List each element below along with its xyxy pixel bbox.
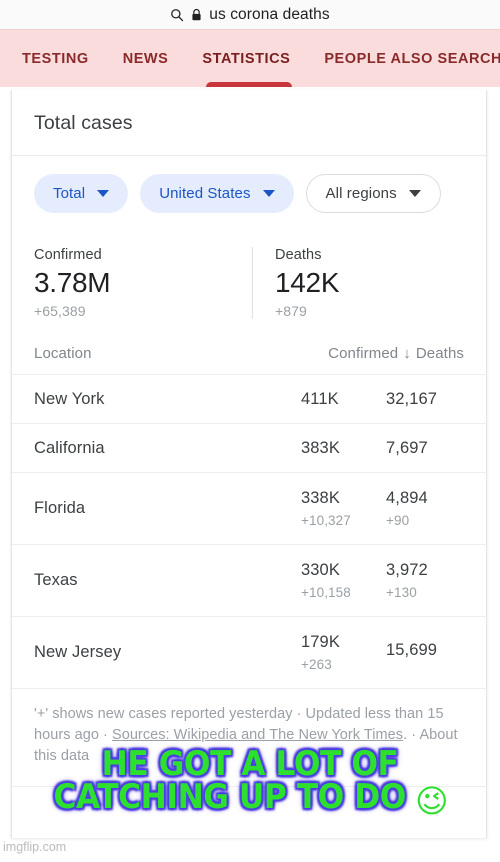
cell-confirmed-value: 179K [301, 633, 340, 652]
table-row[interactable]: Texas 330K +10,158 3,972 +130 [12, 544, 486, 616]
chip-total[interactable]: Total [34, 174, 129, 213]
cell-confirmed: 383K [301, 439, 386, 458]
total-confirmed: Confirmed 3.78M +65,389 [34, 247, 252, 319]
sort-descending-icon: ↓ [403, 345, 411, 363]
column-header-confirmed: Confirmed [328, 345, 399, 363]
cell-deaths: 3,972 +130 [386, 561, 464, 600]
cell-deaths-value: 7,697 [386, 438, 428, 457]
total-confirmed-label: Confirmed [34, 247, 102, 263]
cell-confirmed-delta: +263 [301, 657, 332, 673]
imgflip-watermark: imgflip.com [3, 840, 67, 854]
stats-table-body: New York 411K 32,167 California 383K 7,6… [12, 374, 486, 688]
chip-country[interactable]: United States [140, 174, 294, 213]
cell-deaths-value: 15,699 [386, 640, 438, 659]
filter-chip-row: Total United States All regions [12, 156, 486, 231]
total-confirmed-delta: +65,389 [34, 303, 86, 320]
chevron-down-icon [97, 190, 110, 197]
cell-confirmed-value: 330K [301, 561, 340, 580]
cell-deaths: 4,894 +90 [386, 489, 464, 528]
card-bottom-section [12, 786, 486, 839]
cell-deaths-delta: +90 [386, 513, 410, 529]
cell-deaths: 15,699 [386, 641, 464, 665]
total-deaths: Deaths 142K +879 [252, 247, 470, 320]
footnote-sources-link[interactable]: Sources: Wikipedia and The New York Time… [112, 727, 403, 743]
cell-location: California [34, 438, 105, 457]
tab-statistics[interactable]: STATISTICS [200, 51, 292, 67]
tab-strip: TESTING NEWS STATISTICS PEOPLE ALSO SEAR… [0, 29, 500, 87]
cell-confirmed-value: 338K [301, 489, 340, 508]
cell-confirmed-value: 383K [301, 438, 340, 457]
chevron-down-icon [262, 190, 275, 197]
active-tab-indicator [206, 82, 292, 87]
tab-testing[interactable]: TESTING [20, 51, 91, 67]
total-deaths-delta: +879 [275, 303, 307, 320]
cell-deaths-delta: +130 [386, 585, 417, 601]
total-deaths-label: Deaths [275, 247, 322, 263]
footnote-text-tail: . · [403, 726, 420, 743]
cell-confirmed-delta: +10,158 [301, 585, 351, 601]
search-query-text: us corona deaths [209, 5, 330, 23]
table-header: Location Confirmed ↓ Deaths [12, 333, 486, 374]
totals-summary: Confirmed 3.78M +65,389 Deaths 142K +879 [12, 231, 486, 333]
search-icon [171, 8, 184, 21]
lock-icon [192, 8, 201, 20]
cell-deaths: 32,167 [386, 390, 464, 409]
card-title: Total cases [34, 112, 133, 134]
cell-confirmed: 411K [301, 390, 386, 409]
chip-regions[interactable]: All regions [305, 174, 441, 213]
column-header-location: Location [34, 345, 92, 363]
covid-stats-card: Total cases Total United States All regi… [11, 90, 487, 839]
chip-regions-label: All regions [325, 185, 397, 202]
column-header-deaths: Deaths [415, 345, 464, 363]
cell-confirmed: 338K +10,327 [301, 489, 386, 528]
cell-deaths-value: 4,894 [386, 489, 428, 508]
cell-confirmed-value: 411K [301, 389, 339, 408]
table-row[interactable]: California 383K 7,697 [12, 423, 486, 472]
cell-location: New York [34, 389, 105, 408]
cell-confirmed: 330K +10,158 [301, 561, 386, 600]
cell-location: New Jersey [34, 643, 122, 662]
cell-deaths-value: 3,972 [386, 561, 428, 580]
table-footnote: '+' shows new cases reported yesterday ·… [12, 688, 486, 786]
search-bar[interactable]: us corona deaths [0, 0, 500, 29]
chip-total-label: Total [53, 185, 86, 202]
screenshot-root: us corona deaths TESTING NEWS STATISTICS… [0, 0, 500, 862]
cell-deaths-value: 32,167 [386, 389, 438, 408]
tab-people-also-searched-for[interactable]: PEOPLE ALSO SEARCHED FOR [322, 51, 500, 67]
table-row[interactable]: Florida 338K +10,327 4,894 +90 [12, 472, 486, 544]
chevron-down-icon [408, 190, 421, 197]
chip-country-label: United States [159, 185, 251, 202]
cell-location: Texas [34, 571, 78, 590]
cell-location: Florida [34, 499, 86, 518]
total-deaths-value: 142K [275, 267, 340, 298]
cell-confirmed: 179K +263 [301, 633, 386, 672]
cell-deaths: 7,697 [386, 439, 464, 458]
tab-news[interactable]: NEWS [121, 51, 171, 67]
cell-confirmed-delta: +10,327 [301, 513, 351, 529]
total-confirmed-value: 3.78M [34, 267, 111, 298]
table-row[interactable]: New Jersey 179K +263 15,699 [12, 616, 486, 688]
column-header-metrics[interactable]: Confirmed ↓ Deaths [328, 345, 464, 362]
table-row[interactable]: New York 411K 32,167 [12, 374, 486, 423]
